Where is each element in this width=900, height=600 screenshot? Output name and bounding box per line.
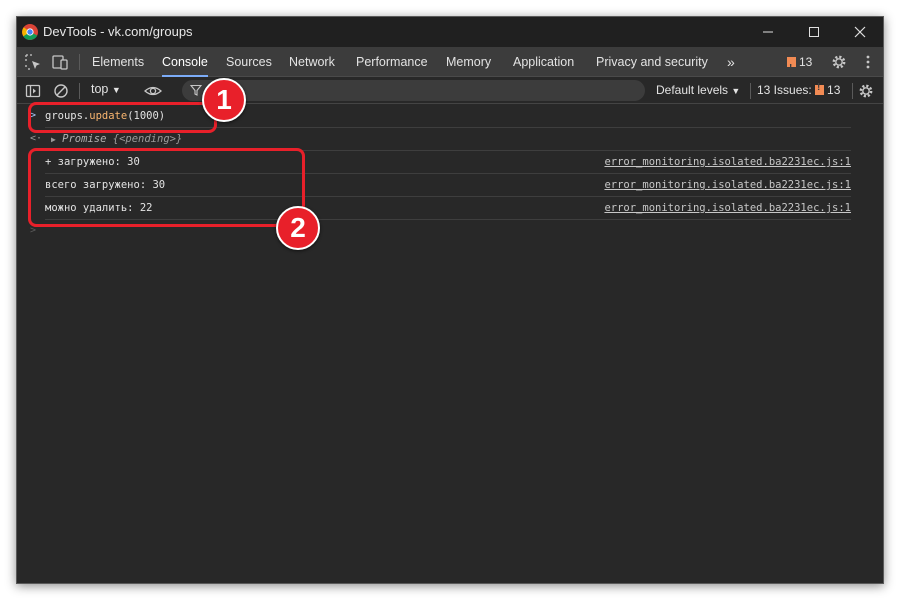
tab-performance[interactable]: Performance <box>356 47 428 77</box>
maximize-button[interactable] <box>791 17 837 47</box>
issues-badge[interactable]: 13 <box>787 47 813 84</box>
chevron-down-icon: ▼ <box>111 85 121 95</box>
tab-privacy-and-security[interactable]: Privacy and security <box>596 47 708 77</box>
toolbar-divider <box>852 83 853 99</box>
toolbar-divider <box>79 54 80 70</box>
devtools-window: DevTools - vk.com/groups Elements Consol… <box>16 16 884 584</box>
minimize-icon <box>763 31 773 33</box>
settings-gear-icon[interactable] <box>830 53 848 71</box>
log-levels-label: Default levels <box>656 83 729 97</box>
toolbar-divider <box>79 83 80 99</box>
filter-icon <box>190 84 202 96</box>
result-state: {<pending>} <box>112 133 183 145</box>
panel-tab-bar: Elements Console Sources Network Perform… <box>17 47 883 84</box>
tab-elements[interactable]: Elements <box>92 47 144 77</box>
clear-console-icon[interactable] <box>52 82 70 100</box>
more-tabs-button[interactable]: » <box>727 47 735 77</box>
tab-sources[interactable]: Sources <box>226 47 272 77</box>
tab-application[interactable]: Application <box>513 47 574 77</box>
chrome-logo-icon <box>22 24 38 40</box>
callout-box-1 <box>28 102 217 133</box>
issue-flag-icon <box>787 54 796 84</box>
toolbar-divider <box>750 83 751 99</box>
console-settings-gear-icon[interactable] <box>857 82 875 100</box>
result-label: Promise <box>62 133 107 145</box>
log-source-link[interactable]: error_monitoring.isolated.ba2231ec.js:1 <box>604 151 851 173</box>
issue-flag-icon <box>815 82 825 95</box>
chevron-down-icon: ▼ <box>731 86 741 96</box>
kebab-menu-icon[interactable] <box>859 53 877 71</box>
callout-badge-2: 2 <box>276 206 320 250</box>
maximize-icon <box>809 27 819 37</box>
issues-label: 13 Issues: <box>757 83 812 97</box>
device-toolbar-icon[interactable] <box>51 53 69 71</box>
issues-counter-button[interactable]: 13 Issues: 13 <box>757 82 841 97</box>
log-source-link[interactable]: error_monitoring.isolated.ba2231ec.js:1 <box>604 197 851 219</box>
issues-badge-count: 13 <box>799 55 813 69</box>
tab-network[interactable]: Network <box>289 47 335 77</box>
context-selector[interactable]: top ▼ <box>91 82 121 96</box>
filter-input[interactable] <box>182 80 645 101</box>
console-toolbar: top ▼ Default levels ▼ 13 Issues: 13 <box>17 78 883 104</box>
close-button[interactable] <box>837 17 883 47</box>
minimize-button[interactable] <box>745 17 791 47</box>
log-levels-dropdown[interactable]: Default levels ▼ <box>656 83 740 97</box>
title-bar: DevTools - vk.com/groups <box>17 17 883 47</box>
expand-triangle-icon[interactable]: ▶ <box>51 135 56 144</box>
context-value: top <box>91 82 109 96</box>
close-icon <box>854 26 866 38</box>
tab-console[interactable]: Console <box>162 47 208 77</box>
tab-memory[interactable]: Memory <box>446 47 491 77</box>
issues-count: 13 <box>827 83 841 97</box>
callout-badge-1: 1 <box>202 78 246 122</box>
callout-box-2 <box>28 148 305 227</box>
window-title: DevTools - vk.com/groups <box>43 24 193 39</box>
eye-icon[interactable] <box>143 82 163 100</box>
log-source-link[interactable]: error_monitoring.isolated.ba2231ec.js:1 <box>604 174 851 196</box>
inspect-element-icon[interactable] <box>24 53 42 71</box>
sidebar-toggle-icon[interactable] <box>24 82 42 100</box>
